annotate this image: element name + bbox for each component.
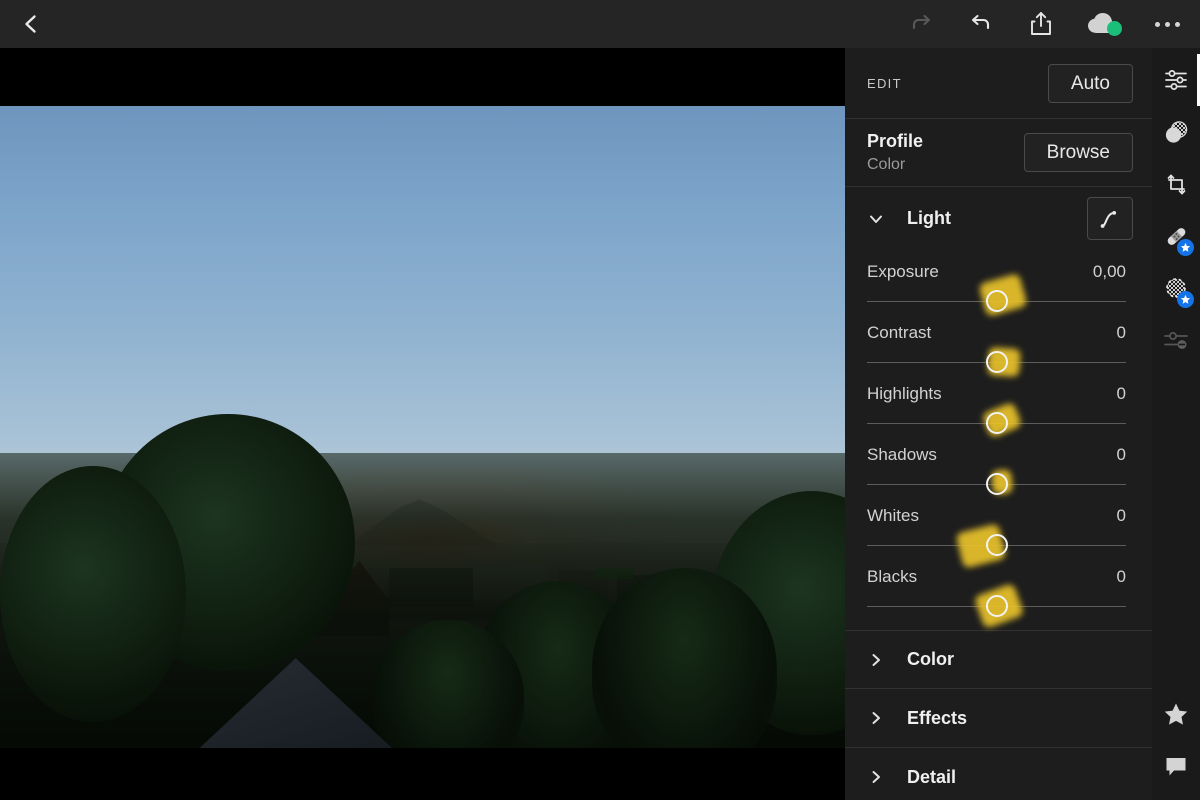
rail-item-masking[interactable] [1152,262,1200,314]
slider-value: 0 [1116,384,1126,403]
presets-icon [1163,119,1190,146]
slider-label: Blacks [867,567,918,586]
slider-handle[interactable] [985,473,1008,495]
section-row-color[interactable]: Color [845,630,1152,689]
slider-header: Exposure 0,00 [867,254,1126,282]
slider-handle[interactable] [985,351,1008,373]
edit-sliders-icon [1163,67,1189,93]
slider-handle[interactable] [985,595,1008,617]
slider-row: Exposure 0,00 [845,254,1152,318]
slider-value: 0 [1116,445,1126,464]
rail-item-presets[interactable] [1152,106,1200,158]
toolbar-right-group [904,7,1200,41]
section-row-detail[interactable]: Detail [845,748,1152,800]
lightroom-editor-window: EDIT Auto Profile Color Browse Light Exp… [0,0,1200,800]
chevron-left-icon[interactable] [14,7,48,41]
toolbar-left-group [0,7,48,41]
section-title: Effects [907,707,968,728]
tool-rail [1152,48,1200,800]
slider-handle[interactable] [985,534,1008,556]
slider-header: Whites 0 [867,498,1126,526]
sync-status-dot [1107,21,1122,36]
optics-versions-icon [1163,327,1190,354]
tone-curve-icon[interactable] [1087,197,1133,240]
profile-label: Profile [867,131,924,151]
profile-value: Color [867,156,906,173]
slider-row: Blacks 0 [845,559,1152,630]
star-rating-icon [1163,701,1189,727]
slider-header: Shadows 0 [867,437,1126,465]
undo-icon[interactable] [964,7,998,41]
slider-row: Whites 0 [845,498,1152,569]
slider-label: Contrast [867,323,932,342]
edit-panel-header: EDIT Auto [845,48,1152,119]
browse-profiles-button[interactable]: Browse [1023,133,1133,172]
rail-item-healing[interactable] [1152,210,1200,262]
rail-item-rate[interactable] [1152,688,1200,740]
light-sliders-list: Exposure 0,00 Contrast 0 Highlights 0 Shadows 0… [845,250,1152,630]
overflow-menu-icon[interactable] [1150,7,1184,41]
auto-button[interactable]: Auto [1047,63,1133,103]
chevron-right-icon [867,768,885,786]
slider-row: Highlights 0 [845,376,1152,439]
chevron-down-icon [867,210,885,228]
premium-star-badge [1177,239,1194,256]
crop-icon [1163,171,1190,198]
slider-header: Blacks 0 [867,559,1126,587]
edit-panel: EDIT Auto Profile Color Browse Light Exp… [845,48,1152,800]
collapsed-sections-list: Color Effects Detail [845,630,1152,800]
tree-canopy [0,465,186,723]
redo-icon[interactable] [904,7,938,41]
slider-value: 0,00 [1092,262,1126,281]
profile-texts: Profile Color [867,131,923,174]
slider-row: Shadows 0 [845,437,1152,498]
slider-handle[interactable] [985,290,1008,312]
rail-item-edit[interactable] [1152,54,1200,106]
tool-rail-top [1152,48,1200,366]
slider-label: Shadows [867,445,937,464]
slider-label: Whites [867,506,919,525]
section-row-effects[interactable]: Effects [845,689,1152,748]
slider-handle[interactable] [985,412,1008,434]
chevron-right-icon [867,709,885,727]
rail-item-versions[interactable] [1152,314,1200,366]
top-toolbar [0,0,1200,48]
tool-rail-bottom [1152,688,1200,792]
photo-canvas[interactable] [0,48,845,800]
slider-label: Highlights [867,384,942,403]
chevron-right-icon [867,651,885,669]
slider-header: Highlights 0 [867,376,1126,404]
slider-header: Contrast 0 [867,315,1126,343]
premium-star-badge [1177,291,1194,308]
slider-row: Contrast 0 [845,315,1152,378]
section-title: Color [907,649,954,669]
slider-label: Exposure [867,262,939,281]
rail-item-crop[interactable] [1152,158,1200,210]
cloud-sync-icon[interactable] [1084,7,1124,41]
section-title: Detail [907,766,957,787]
share-icon[interactable] [1024,7,1058,41]
edited-photo[interactable] [0,106,845,748]
slider-value: 0 [1116,506,1126,525]
profile-row: Profile Color Browse [845,119,1152,187]
light-section-header[interactable]: Light [845,187,1152,250]
light-section-title: Light [907,208,951,228]
edit-panel-title: EDIT [867,75,902,91]
comment-icon [1163,753,1189,779]
slider-value: 0 [1116,323,1126,342]
slider-value: 0 [1116,567,1126,586]
rail-item-comments[interactable] [1152,740,1200,792]
